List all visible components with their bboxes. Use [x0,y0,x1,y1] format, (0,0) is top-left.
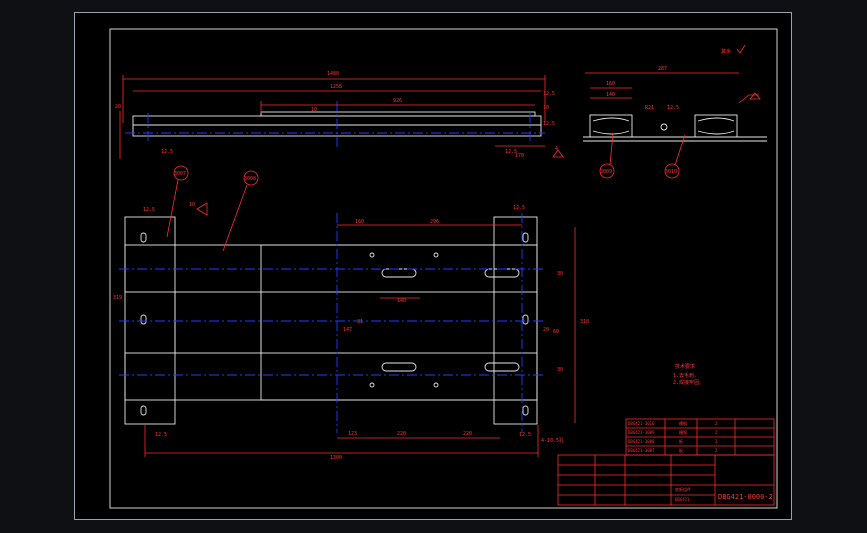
svg-text:1.去毛刺。: 1.去毛刺。 [673,372,699,379]
tech-title: 技术要求 [675,363,695,370]
svg-text:160: 160 [355,219,364,225]
section-view: 287 160 140 R21 12.5 [583,66,767,142]
svg-text:12.5: 12.5 [513,205,525,211]
svg-text:30: 30 [557,271,563,277]
balloon-3007: 3007 [166,165,189,238]
svg-text:槽钢: 槽钢 [679,429,687,435]
svg-text:2: 2 [715,421,718,426]
svg-text:123: 123 [348,431,357,437]
dim-inner: 1258 [330,84,342,90]
end-plate-right [493,216,538,425]
svg-text:12.5: 12.5 [161,149,173,155]
svg-text:170: 170 [515,153,524,159]
technical-requirements: 技术要求 1.去毛刺。 2.焊接牢固。 [673,363,704,386]
roughness-symbol-icon [736,44,746,54]
svg-text:4-10.5孔: 4-10.5孔 [541,437,564,444]
svg-text:12.5: 12.5 [143,207,155,213]
svg-text:1300: 1300 [330,455,342,461]
svg-text:10: 10 [543,105,549,111]
svg-text:2.焊接牢固。: 2.焊接牢固。 [673,379,704,386]
svg-text:140: 140 [606,92,615,98]
svg-text:140: 140 [397,298,406,304]
svg-text:2: 2 [715,448,718,453]
dim-left-height: 20 [115,104,121,110]
svg-text:319: 319 [113,295,122,301]
svg-text:板: 板 [679,438,683,444]
svg-text:2: 2 [715,439,718,444]
svg-text:3007: 3007 [174,171,186,177]
svg-text:DBG421: DBG421 [675,497,690,502]
inner-frame [109,28,778,509]
svg-text:318: 318 [580,319,589,325]
svg-text:3008: 3008 [244,176,256,182]
svg-text:12.5: 12.5 [519,432,531,438]
slot-2 [484,268,520,278]
base-plate [260,244,538,401]
svg-text:147: 147 [343,327,352,333]
svg-text:160: 160 [606,81,615,87]
drawing-canvas: 其余 1480 1258 926 10 20 12.5 10 12.5 12.5… [109,28,778,509]
svg-text:60: 60 [553,329,559,335]
svg-text:DBG421-3008: DBG421-3008 [628,439,655,444]
roughness-stamp: 其余 [721,48,731,55]
svg-text:12.5: 12.5 [543,121,555,127]
svg-text:30: 30 [557,367,563,373]
end-plate-left [124,216,176,425]
dim-span: 926 [393,98,402,104]
svg-text:底板组件: 底板组件 [675,486,691,492]
dim-overall: 1480 [327,71,339,77]
slot-4 [484,362,520,372]
svg-text:220: 220 [463,431,472,437]
svg-text:3009: 3009 [600,169,612,175]
channel-bottom [124,352,538,401]
svg-text:2: 2 [715,430,718,435]
svg-text:3010: 3010 [665,169,677,175]
svg-text:12.5: 12.5 [155,432,167,438]
svg-text:R21: R21 [645,105,654,111]
balloon-3008: 3008 [222,170,259,252]
svg-text:12.5: 12.5 [667,105,679,111]
svg-text:DBG421-3007: DBG421-3007 [628,448,655,453]
slot-3 [381,362,417,372]
svg-text:10: 10 [189,202,195,208]
plan-view: 160 296 140 318 30 30 20 60 31 147 319 1… [113,202,589,461]
svg-text:槽钢: 槽钢 [679,420,687,426]
slot-1 [381,268,417,278]
drawing-number: DBG421-0000-2 [718,493,773,501]
svg-text:287: 287 [658,66,667,72]
title-block: DBG421-3010 DBG421-3009 DBG421-3008 DBG4… [557,418,775,506]
svg-text:板: 板 [679,447,683,453]
leader-arrow-icon [749,92,761,100]
svg-text:220: 220 [397,431,406,437]
svg-text:10: 10 [311,107,317,113]
cad-viewport[interactable]: 其余 1480 1258 926 10 20 12.5 10 12.5 12.5… [0,0,867,533]
svg-text:DBG421-3009: DBG421-3009 [628,430,655,435]
front-elevation-view: 1480 1258 926 10 20 12.5 10 12.5 12.5 12… [115,71,564,159]
channel-top [124,244,538,293]
svg-text:12.5: 12.5 [543,91,555,97]
svg-text:DBG421-3010: DBG421-3010 [628,421,655,426]
svg-text:31: 31 [357,319,363,325]
drawing-sheet: 其余 1480 1258 926 10 20 12.5 10 12.5 12.5… [74,12,792,520]
balloon-3009: 3009 [599,132,615,179]
svg-text:20: 20 [543,327,549,333]
svg-text:296: 296 [430,219,439,225]
hole-icon [660,123,668,131]
weld-symbol-icon [196,202,208,216]
